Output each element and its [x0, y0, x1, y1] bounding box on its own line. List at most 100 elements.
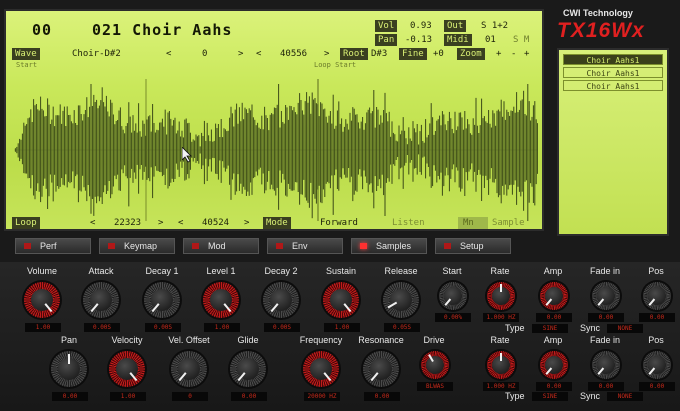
- knob-dial[interactable]: [419, 349, 451, 381]
- knob-value-display: 0.00: [639, 382, 675, 391]
- glide-knob[interactable]: Glide 0.00: [217, 335, 279, 405]
- end-prev-button[interactable]: <: [256, 48, 261, 60]
- knob-dial[interactable]: [590, 280, 622, 312]
- start-next-button[interactable]: >: [238, 48, 243, 60]
- knob-label: Frequency: [299, 335, 343, 345]
- start-value[interactable]: 0: [202, 48, 207, 60]
- knob-value-display: 0.00S: [145, 323, 181, 332]
- loop-end-next-button[interactable]: >: [244, 217, 249, 229]
- velocity-knob[interactable]: Velocity 1.00: [96, 335, 158, 405]
- sample-list-item[interactable]: Choir Aahs1: [563, 67, 663, 78]
- wave-name[interactable]: Choir-D#2: [72, 48, 121, 60]
- sample-list-item[interactable]: Choir Aahs1: [563, 80, 663, 91]
- zoom-reset-button[interactable]: +: [524, 48, 529, 60]
- tab-samples-label: Samples: [376, 241, 412, 251]
- volume-knob[interactable]: Volume 1.00: [11, 266, 73, 336]
- knob-dial[interactable]: [437, 280, 469, 312]
- tab-samples[interactable]: Samples: [351, 238, 427, 254]
- knob-dial[interactable]: [590, 349, 622, 381]
- knob-dial[interactable]: [301, 349, 341, 389]
- knob-value-display: 0.00: [536, 382, 572, 391]
- vol-value[interactable]: 0.93: [410, 20, 432, 32]
- knob-dial[interactable]: [321, 280, 361, 320]
- sample-toggle[interactable]: Sample: [492, 217, 525, 229]
- knob-dial[interactable]: [485, 280, 517, 312]
- knob-dial[interactable]: [381, 280, 421, 320]
- knob-label: Pan: [60, 335, 77, 345]
- frequency-knob[interactable]: Frequency 20000 HZ: [290, 335, 352, 405]
- knob-dial[interactable]: [49, 349, 89, 389]
- loop-start-value[interactable]: 22323: [114, 217, 141, 229]
- zoom-out-button[interactable]: -: [511, 48, 516, 60]
- loop-end-value[interactable]: 40524: [202, 217, 229, 229]
- tab-mod[interactable]: Mod: [183, 238, 259, 254]
- vel-offset-knob[interactable]: Vel. Offset 0: [158, 335, 220, 405]
- knob-dial[interactable]: [169, 349, 209, 389]
- lfo1-type-value[interactable]: SINE: [532, 324, 568, 333]
- knob-dial[interactable]: [641, 349, 673, 381]
- knob-label: Decay 2: [264, 266, 298, 276]
- end-value[interactable]: 40556: [280, 48, 307, 60]
- drive-knob[interactable]: Drive BLWAS: [403, 335, 465, 405]
- tab-samples-led: [360, 243, 367, 249]
- lfo2-sync-value[interactable]: NONE: [607, 392, 643, 401]
- knob-dial[interactable]: [201, 280, 241, 320]
- fine-value[interactable]: +0: [433, 48, 444, 60]
- knob-dial[interactable]: [261, 280, 301, 320]
- tab-perf-label: Perf: [40, 241, 57, 251]
- loop-label: Loop: [12, 217, 40, 229]
- knob-dial[interactable]: [228, 349, 268, 389]
- tab-setup[interactable]: Setup: [435, 238, 511, 254]
- listen-button[interactable]: Listen: [392, 217, 425, 229]
- preset-bank-number[interactable]: 00: [32, 21, 52, 39]
- tab-perf[interactable]: Perf: [15, 238, 91, 254]
- decay-2-knob[interactable]: Decay 2 0.00S: [250, 266, 312, 336]
- knob-value-display: 1.000 HZ: [483, 382, 519, 391]
- zoom-in-button[interactable]: +: [496, 48, 501, 60]
- midi-channel-value[interactable]: 01: [485, 34, 496, 46]
- brand-logo: TX16Wx: [557, 19, 645, 42]
- knob-value-display: 0.00: [52, 392, 88, 401]
- attack-knob[interactable]: Attack 0.00S: [70, 266, 132, 336]
- sample-list[interactable]: Choir Aahs1 Choir Aahs1 Choir Aahs1: [557, 48, 669, 236]
- knob-value-display: 0.00S: [264, 323, 300, 332]
- knob-dial[interactable]: [485, 349, 517, 381]
- pan-value[interactable]: -0.13: [405, 34, 432, 46]
- knob-dial[interactable]: [361, 349, 401, 389]
- knob-label: Level 1: [206, 266, 236, 276]
- knob-pointer: [500, 353, 502, 361]
- solo-mute-indicator[interactable]: S M: [513, 34, 529, 46]
- preset-name[interactable]: 021 Choir Aahs: [92, 21, 232, 39]
- loop-end-prev-button[interactable]: <: [178, 217, 183, 229]
- decay-1-knob[interactable]: Decay 1 0.00S: [131, 266, 193, 336]
- lfo1-sync-value[interactable]: NONE: [607, 324, 643, 333]
- knob-dial[interactable]: [538, 280, 570, 312]
- tab-env[interactable]: Env: [267, 238, 343, 254]
- level-1-knob[interactable]: Level 1 1.00: [190, 266, 252, 336]
- loop-start-next-button[interactable]: >: [158, 217, 163, 229]
- tab-keymap[interactable]: Keymap: [99, 238, 175, 254]
- knob-dial[interactable]: [538, 349, 570, 381]
- sample-list-item[interactable]: Choir Aahs1: [563, 54, 663, 65]
- knob-dial[interactable]: [641, 280, 673, 312]
- knob-dial[interactable]: [142, 280, 182, 320]
- loop-mode-value[interactable]: Forward: [320, 217, 358, 229]
- sustain-knob[interactable]: Sustain 1.00: [310, 266, 372, 336]
- mn-toggle[interactable]: Mn: [458, 217, 488, 229]
- midi-label: Midi: [444, 34, 472, 46]
- out-value[interactable]: S 1+2: [481, 20, 508, 32]
- loop-start-prev-button[interactable]: <: [90, 217, 95, 229]
- start-prev-button[interactable]: <: [166, 48, 171, 60]
- knob-dial[interactable]: [107, 349, 147, 389]
- root-value[interactable]: D#3: [371, 48, 387, 60]
- tab-setup-label: Setup: [460, 241, 484, 251]
- knob-dial[interactable]: [81, 280, 121, 320]
- lfo2-type-value[interactable]: SINE: [532, 392, 568, 401]
- root-label: Root: [340, 48, 368, 60]
- tx16wx-sampler-window: 00 021 Choir Aahs Vol 0.93 Out S 1+2 Pan…: [0, 0, 680, 411]
- pan-knob[interactable]: Pan 0.00: [38, 335, 100, 405]
- knob-dial[interactable]: [22, 280, 62, 320]
- waveform-display[interactable]: [14, 79, 538, 221]
- knob-value-display: 1.00: [25, 323, 61, 332]
- end-next-button[interactable]: >: [324, 48, 329, 60]
